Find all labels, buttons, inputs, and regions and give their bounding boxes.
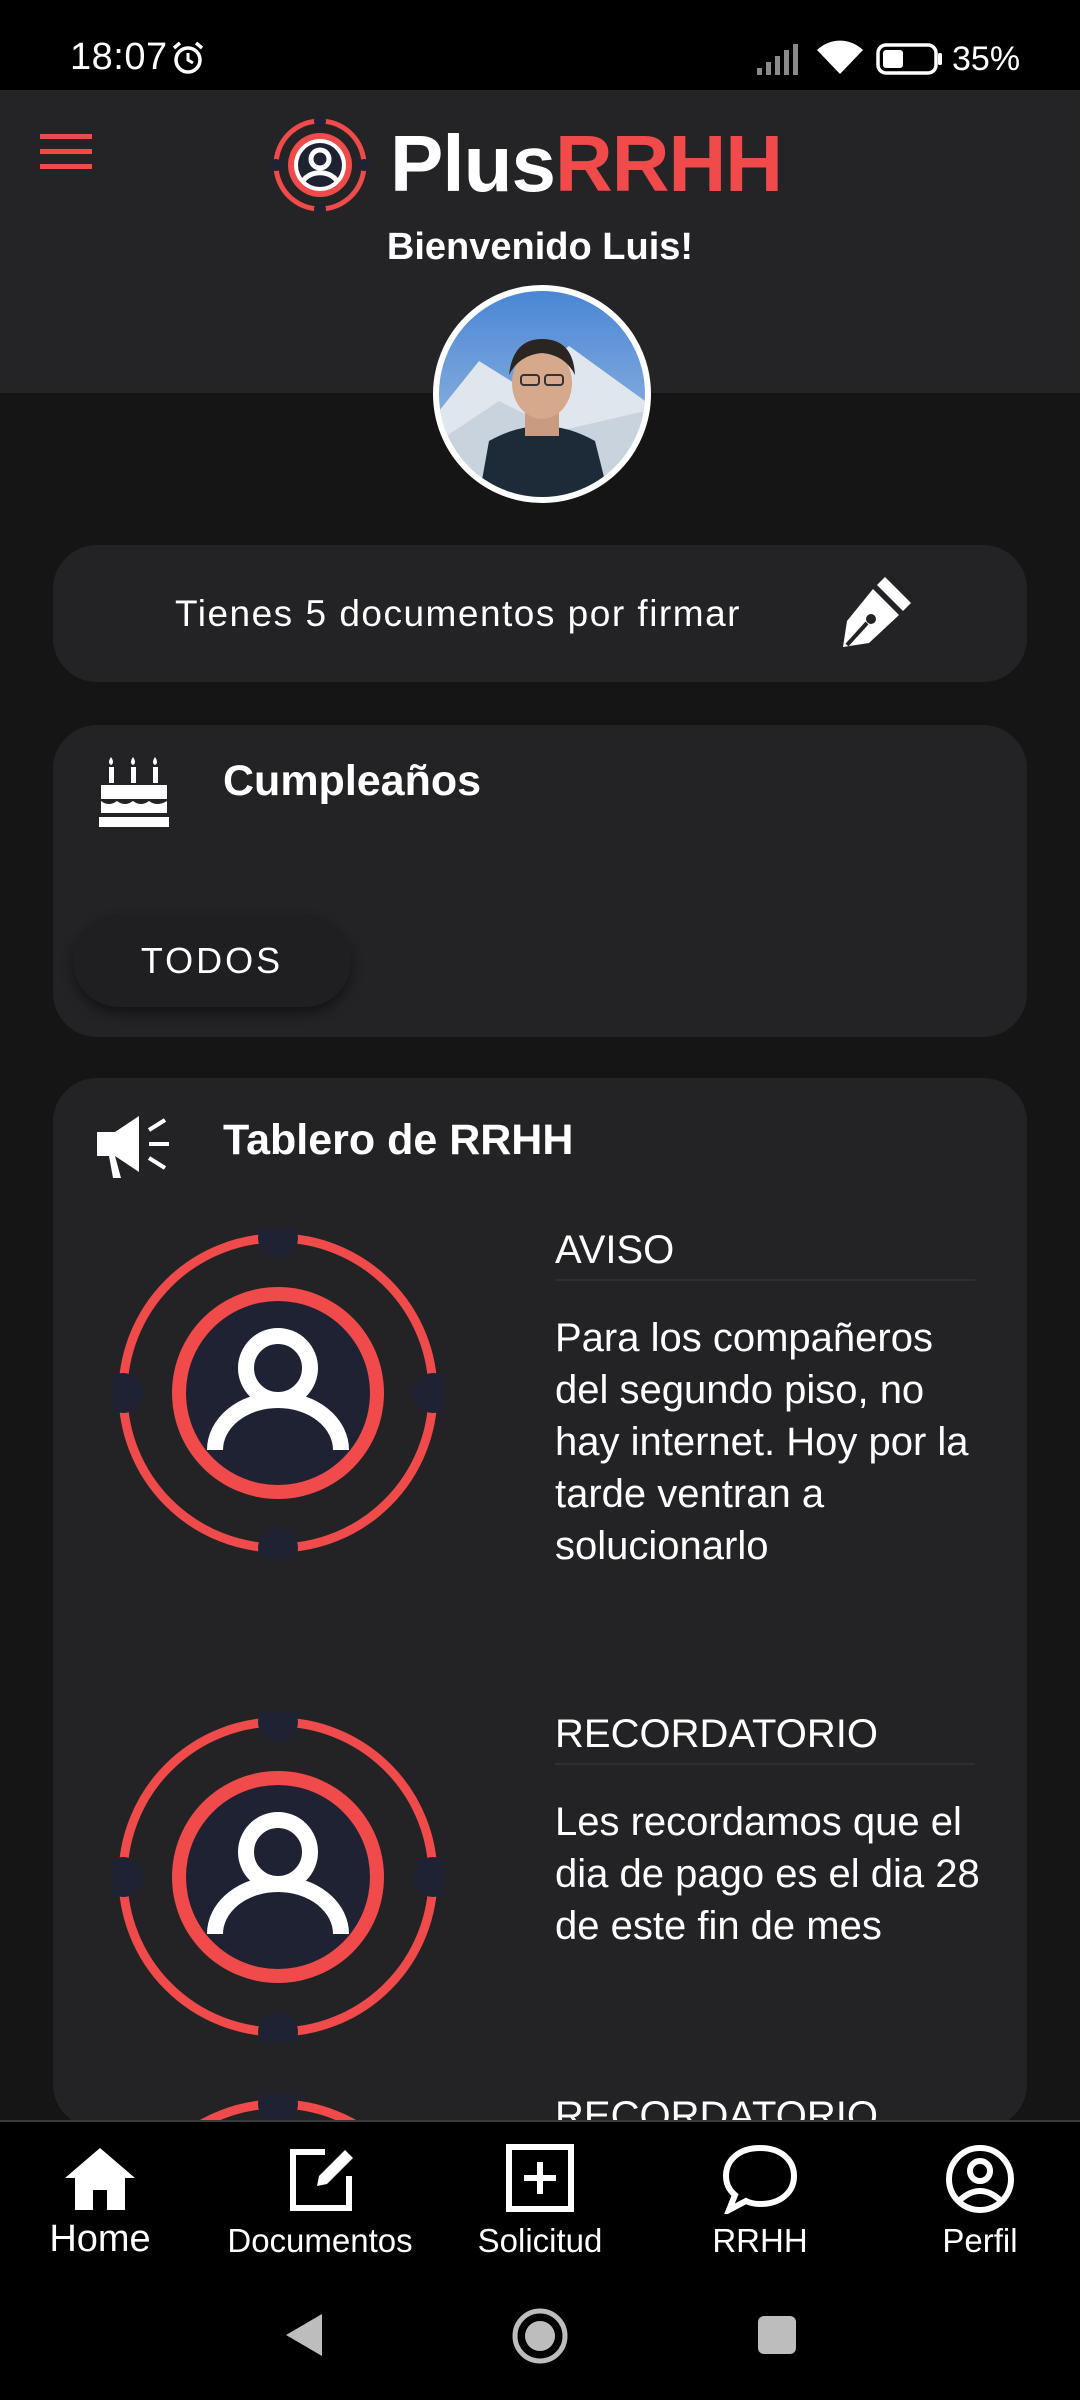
hr-board-title: Tablero de RRHH [223, 1116, 574, 1164]
nav-request[interactable]: Solicitud [440, 2144, 640, 2260]
nav-profile-label: Perfil [942, 2222, 1018, 2259]
signal-icon [757, 44, 798, 75]
home-icon [65, 2148, 135, 2210]
home-button-icon[interactable] [510, 2306, 570, 2366]
bottom-navigation: Home Documentos Solicitud RRHH Perfil [0, 2120, 1080, 2270]
birthdays-title: Cumpleaños [223, 757, 482, 805]
nav-home-label: Home [49, 2218, 151, 2260]
edit-document-icon [290, 2149, 353, 2211]
documents-to-sign-banner[interactable]: Tienes 5 documentos por firmar [53, 545, 1027, 682]
welcome-message: Bienvenido Luis! [386, 226, 694, 268]
documents-to-sign-text: Tienes 5 documentos por firmar [175, 593, 741, 634]
fountain-pen-icon [843, 577, 911, 647]
battery-icon [876, 43, 942, 75]
brand-name-rrhh: RRHH [554, 119, 783, 208]
avatar-photo [439, 291, 645, 497]
notice-body: Para los compañeros del segundo piso, no… [555, 1316, 969, 1568]
nav-rrhh-label: RRHH [712, 2222, 808, 2259]
status-time: 18:07 [70, 36, 168, 78]
nav-home[interactable]: Home [0, 2144, 200, 2261]
all-birthdays-button[interactable]: TODOS [73, 915, 351, 1007]
wifi-icon [817, 40, 863, 74]
brand-logo-icon [270, 115, 370, 215]
nav-request-label: Solicitud [477, 2222, 603, 2259]
notice-type: AVISO [555, 1228, 975, 1281]
hr-logo-icon [113, 1228, 443, 1558]
birthday-cake-icon [99, 757, 169, 827]
hr-logo-icon [113, 1712, 443, 2042]
avatar[interactable] [433, 285, 651, 503]
alarm-icon [172, 41, 204, 74]
nav-documents-label: Documentos [227, 2222, 413, 2259]
nav-profile[interactable]: Perfil [880, 2144, 1080, 2260]
nav-rrhh[interactable]: RRHH [660, 2144, 860, 2260]
notice-body: Les recordamos que el dia de pago es el … [555, 1800, 980, 1948]
menu-icon[interactable] [40, 132, 92, 172]
chat-bubble-icon [723, 2144, 797, 2214]
back-icon[interactable] [280, 2310, 326, 2360]
notice-type: RECORDATORIO [555, 1712, 975, 1765]
profile-icon [946, 2145, 1014, 2213]
add-box-icon [506, 2144, 574, 2212]
brand-name: PlusRRHH [390, 118, 783, 210]
nav-documents[interactable]: Documentos [220, 2144, 420, 2260]
brand-name-plus: Plus [390, 119, 556, 208]
birthdays-card: Cumpleaños TODOS [53, 725, 1027, 1037]
hr-board-card: Tablero de RRHH AVISO Para los compañero… [53, 1078, 1027, 2128]
recent-apps-icon[interactable] [756, 2314, 798, 2356]
megaphone-icon [97, 1116, 169, 1178]
status-bar: 18:07 35% [0, 0, 1080, 90]
system-navigation-bar [0, 2270, 1080, 2400]
battery-percentage: 35% [952, 40, 1021, 78]
